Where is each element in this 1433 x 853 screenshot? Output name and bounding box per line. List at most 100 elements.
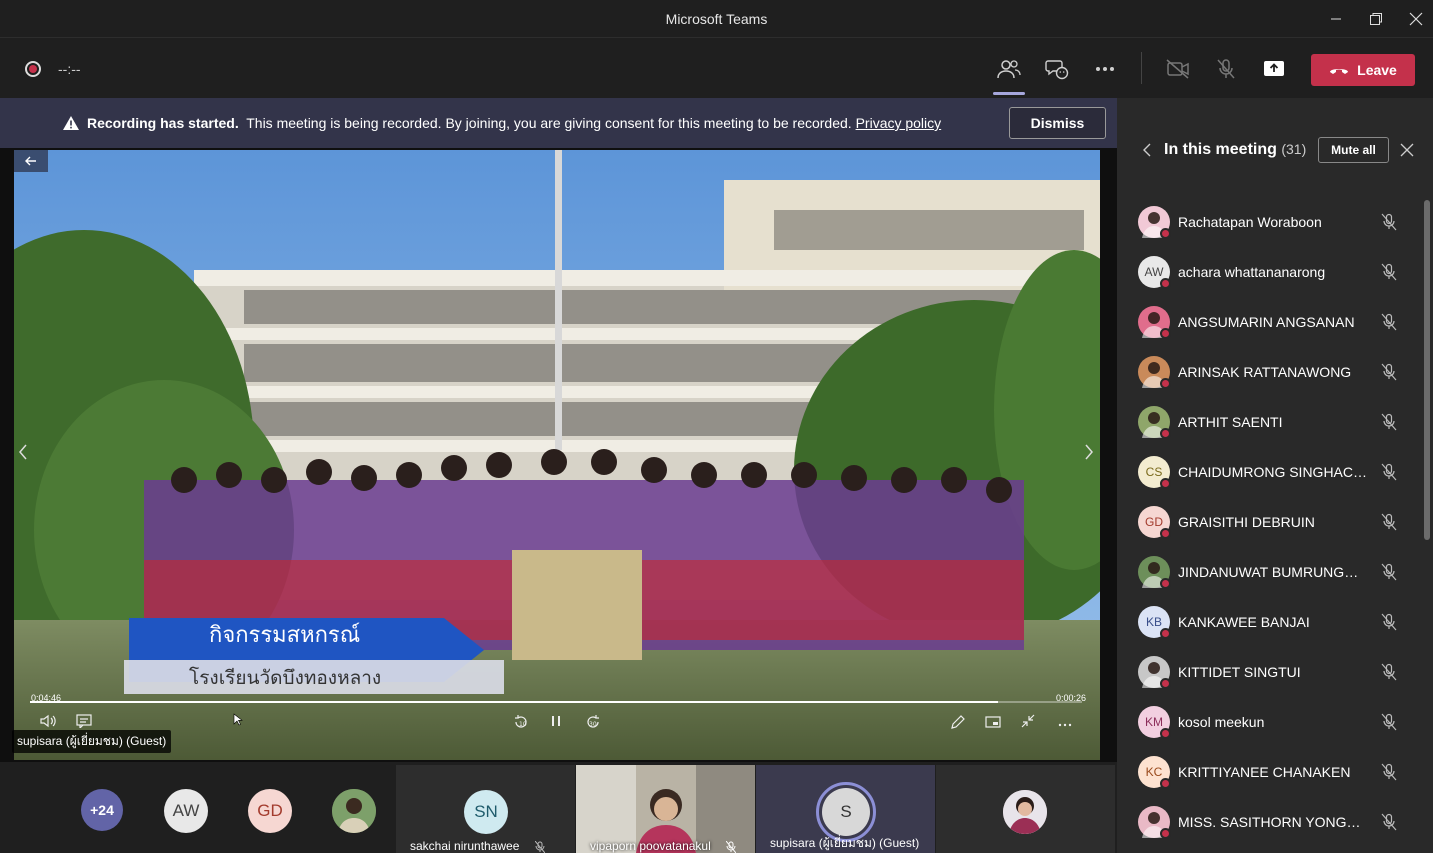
presence-dot [1160, 678, 1171, 689]
share-tray-icon [1264, 61, 1284, 76]
forward-30-button[interactable]: 30 [585, 714, 601, 733]
participant-mute-button[interactable] [1381, 213, 1397, 236]
participant-tile[interactable]: SN sakchai nirunthawee [396, 765, 575, 853]
pip-button[interactable] [985, 715, 1001, 731]
mic-off-icon [1381, 213, 1397, 231]
participant-photo-avatar[interactable] [332, 789, 376, 833]
participant-mute-button[interactable] [1381, 513, 1397, 536]
mic-toggle-button[interactable] [1212, 55, 1240, 83]
close-icon[interactable] [1400, 143, 1414, 157]
participant-mute-button[interactable] [1381, 763, 1397, 786]
camera-toggle-button[interactable] [1164, 55, 1192, 83]
chevron-left-icon[interactable] [1142, 143, 1152, 157]
participant-row[interactable]: ANGSUMARIN ANGSANAN [1117, 297, 1433, 347]
mic-off-icon [1381, 713, 1397, 731]
reactions-button[interactable] [1043, 55, 1071, 83]
forward-30-icon: 30 [587, 715, 599, 728]
participant-mute-button[interactable] [1381, 313, 1397, 336]
back-button[interactable] [14, 150, 48, 172]
participants-button[interactable] [993, 55, 1025, 95]
pen-icon [951, 715, 965, 729]
mic-off-icon [534, 840, 546, 853]
presence-dot [1160, 828, 1171, 839]
exit-fullscreen-button[interactable] [1021, 714, 1035, 731]
participant-row[interactable]: KITTIDET SINGTUI [1117, 647, 1433, 697]
svg-text:30: 30 [589, 721, 597, 728]
participant-avatar[interactable]: AW [164, 789, 208, 833]
participant-mute-button[interactable] [1381, 713, 1397, 736]
maximize-button[interactable] [1356, 0, 1396, 38]
participant-mute-button[interactable] [1381, 813, 1397, 836]
annotate-button[interactable] [950, 714, 966, 733]
video-more-button[interactable] [1058, 714, 1072, 730]
participant-list: Rachatapan Woraboon AW achara whattananaro… [1117, 197, 1433, 847]
participant-row[interactable]: ARTHIT SAENTI [1117, 397, 1433, 447]
participant-list-scrollbar[interactable] [1424, 200, 1430, 540]
participant-mute-button[interactable] [1381, 563, 1397, 586]
participant-avatar[interactable]: GD [248, 789, 292, 833]
participant-row[interactable]: KC KRITTIYANEE CHANAKEN [1117, 747, 1433, 797]
picture-in-picture-icon [985, 716, 1001, 728]
video-frame-image: กิจกรรมสหกรณ์ โรงเรียนวัดบึงทองหลาง [14, 150, 1100, 760]
participant-name: JINDANUWAT BUMRUNGCH... [1178, 564, 1368, 580]
rewind-10-button[interactable]: 10 [513, 714, 529, 733]
participant-mute-button[interactable] [1381, 363, 1397, 386]
svg-text:10: 10 [519, 721, 527, 728]
participant-mute-button[interactable] [1381, 263, 1397, 286]
participant-name: KRITTIYANEE CHANAKEN [1178, 764, 1351, 780]
minimize-arrows-icon [1021, 714, 1035, 728]
mic-off-icon [1381, 263, 1397, 281]
window-title: Microsoft Teams [665, 11, 768, 27]
pause-button[interactable] [550, 714, 562, 731]
mic-off-icon [1381, 313, 1397, 331]
warning-icon [63, 116, 79, 130]
presence-dot [1160, 728, 1171, 739]
presence-dot [1160, 528, 1171, 539]
recording-icon [25, 61, 41, 77]
mic-off-icon [1381, 663, 1397, 681]
participant-tile-speaking[interactable]: S supisara (ผู้เยี่ยมชม) (Guest) [756, 765, 935, 853]
privacy-policy-link[interactable]: Privacy policy [856, 115, 942, 131]
presenter-name-tag: supisara (ผู้เยี่ยมชม) (Guest) [12, 730, 172, 753]
participant-name: ARTHIT SAENTI [1178, 414, 1283, 430]
more-icon [1096, 67, 1114, 71]
participant-tile[interactable] [936, 765, 1115, 853]
presence-dot [1160, 578, 1171, 589]
participant-row[interactable]: AW achara whattananarong [1117, 247, 1433, 297]
participant-row[interactable]: KB KANKAWEE BANJAI [1117, 597, 1433, 647]
captions-button[interactable] [76, 714, 92, 731]
prev-arrow-button[interactable] [18, 443, 28, 466]
participant-mute-button[interactable] [1381, 613, 1397, 636]
participant-mute-button[interactable] [1381, 463, 1397, 486]
leave-button[interactable]: Leave [1311, 54, 1415, 86]
participant-row[interactable]: GD GRAISITHI DEBRUIN [1117, 497, 1433, 547]
person-photo-icon [1003, 790, 1047, 834]
participant-count: (31) [1281, 141, 1307, 157]
participant-row[interactable]: JINDANUWAT BUMRUNGCH... [1117, 547, 1433, 597]
volume-button[interactable] [40, 714, 56, 731]
participant-row[interactable]: Rachatapan Woraboon [1117, 197, 1433, 247]
participant-row[interactable]: ARINSAK RATTANAWONG [1117, 347, 1433, 397]
participant-row[interactable]: KM kosol meekun [1117, 697, 1433, 747]
toolbar-divider [1141, 52, 1142, 84]
share-button[interactable] [1260, 55, 1288, 83]
participant-row[interactable]: MISS. SASITHORN YONGYUT [1117, 797, 1433, 847]
mute-all-button[interactable]: Mute all [1318, 137, 1389, 163]
person-photo-icon [332, 789, 376, 833]
participant-name: CHAIDUMRONG SINGHACHA... [1178, 464, 1368, 480]
next-arrow-button[interactable] [1084, 443, 1094, 466]
overflow-participants-button[interactable]: +24 [81, 789, 123, 831]
participant-mute-button[interactable] [1381, 663, 1397, 686]
participant-row[interactable]: CS CHAIDUMRONG SINGHACHA... [1117, 447, 1433, 497]
video-progress-bar[interactable] [30, 701, 1082, 703]
participant-tile-name: vipaporn poovatanakul [590, 839, 737, 853]
more-actions-button[interactable] [1091, 55, 1119, 83]
minimize-button[interactable] [1316, 0, 1356, 38]
arrow-left-icon [25, 156, 36, 166]
participant-video-tile[interactable]: vipaporn poovatanakul [576, 765, 755, 853]
dismiss-button[interactable]: Dismiss [1009, 107, 1106, 139]
presence-dot [1160, 328, 1171, 339]
shared-video[interactable]: กิจกรรมสหกรณ์ โรงเรียนวัดบึงทองหลาง [14, 150, 1100, 760]
close-button[interactable] [1396, 0, 1433, 38]
participant-mute-button[interactable] [1381, 413, 1397, 436]
